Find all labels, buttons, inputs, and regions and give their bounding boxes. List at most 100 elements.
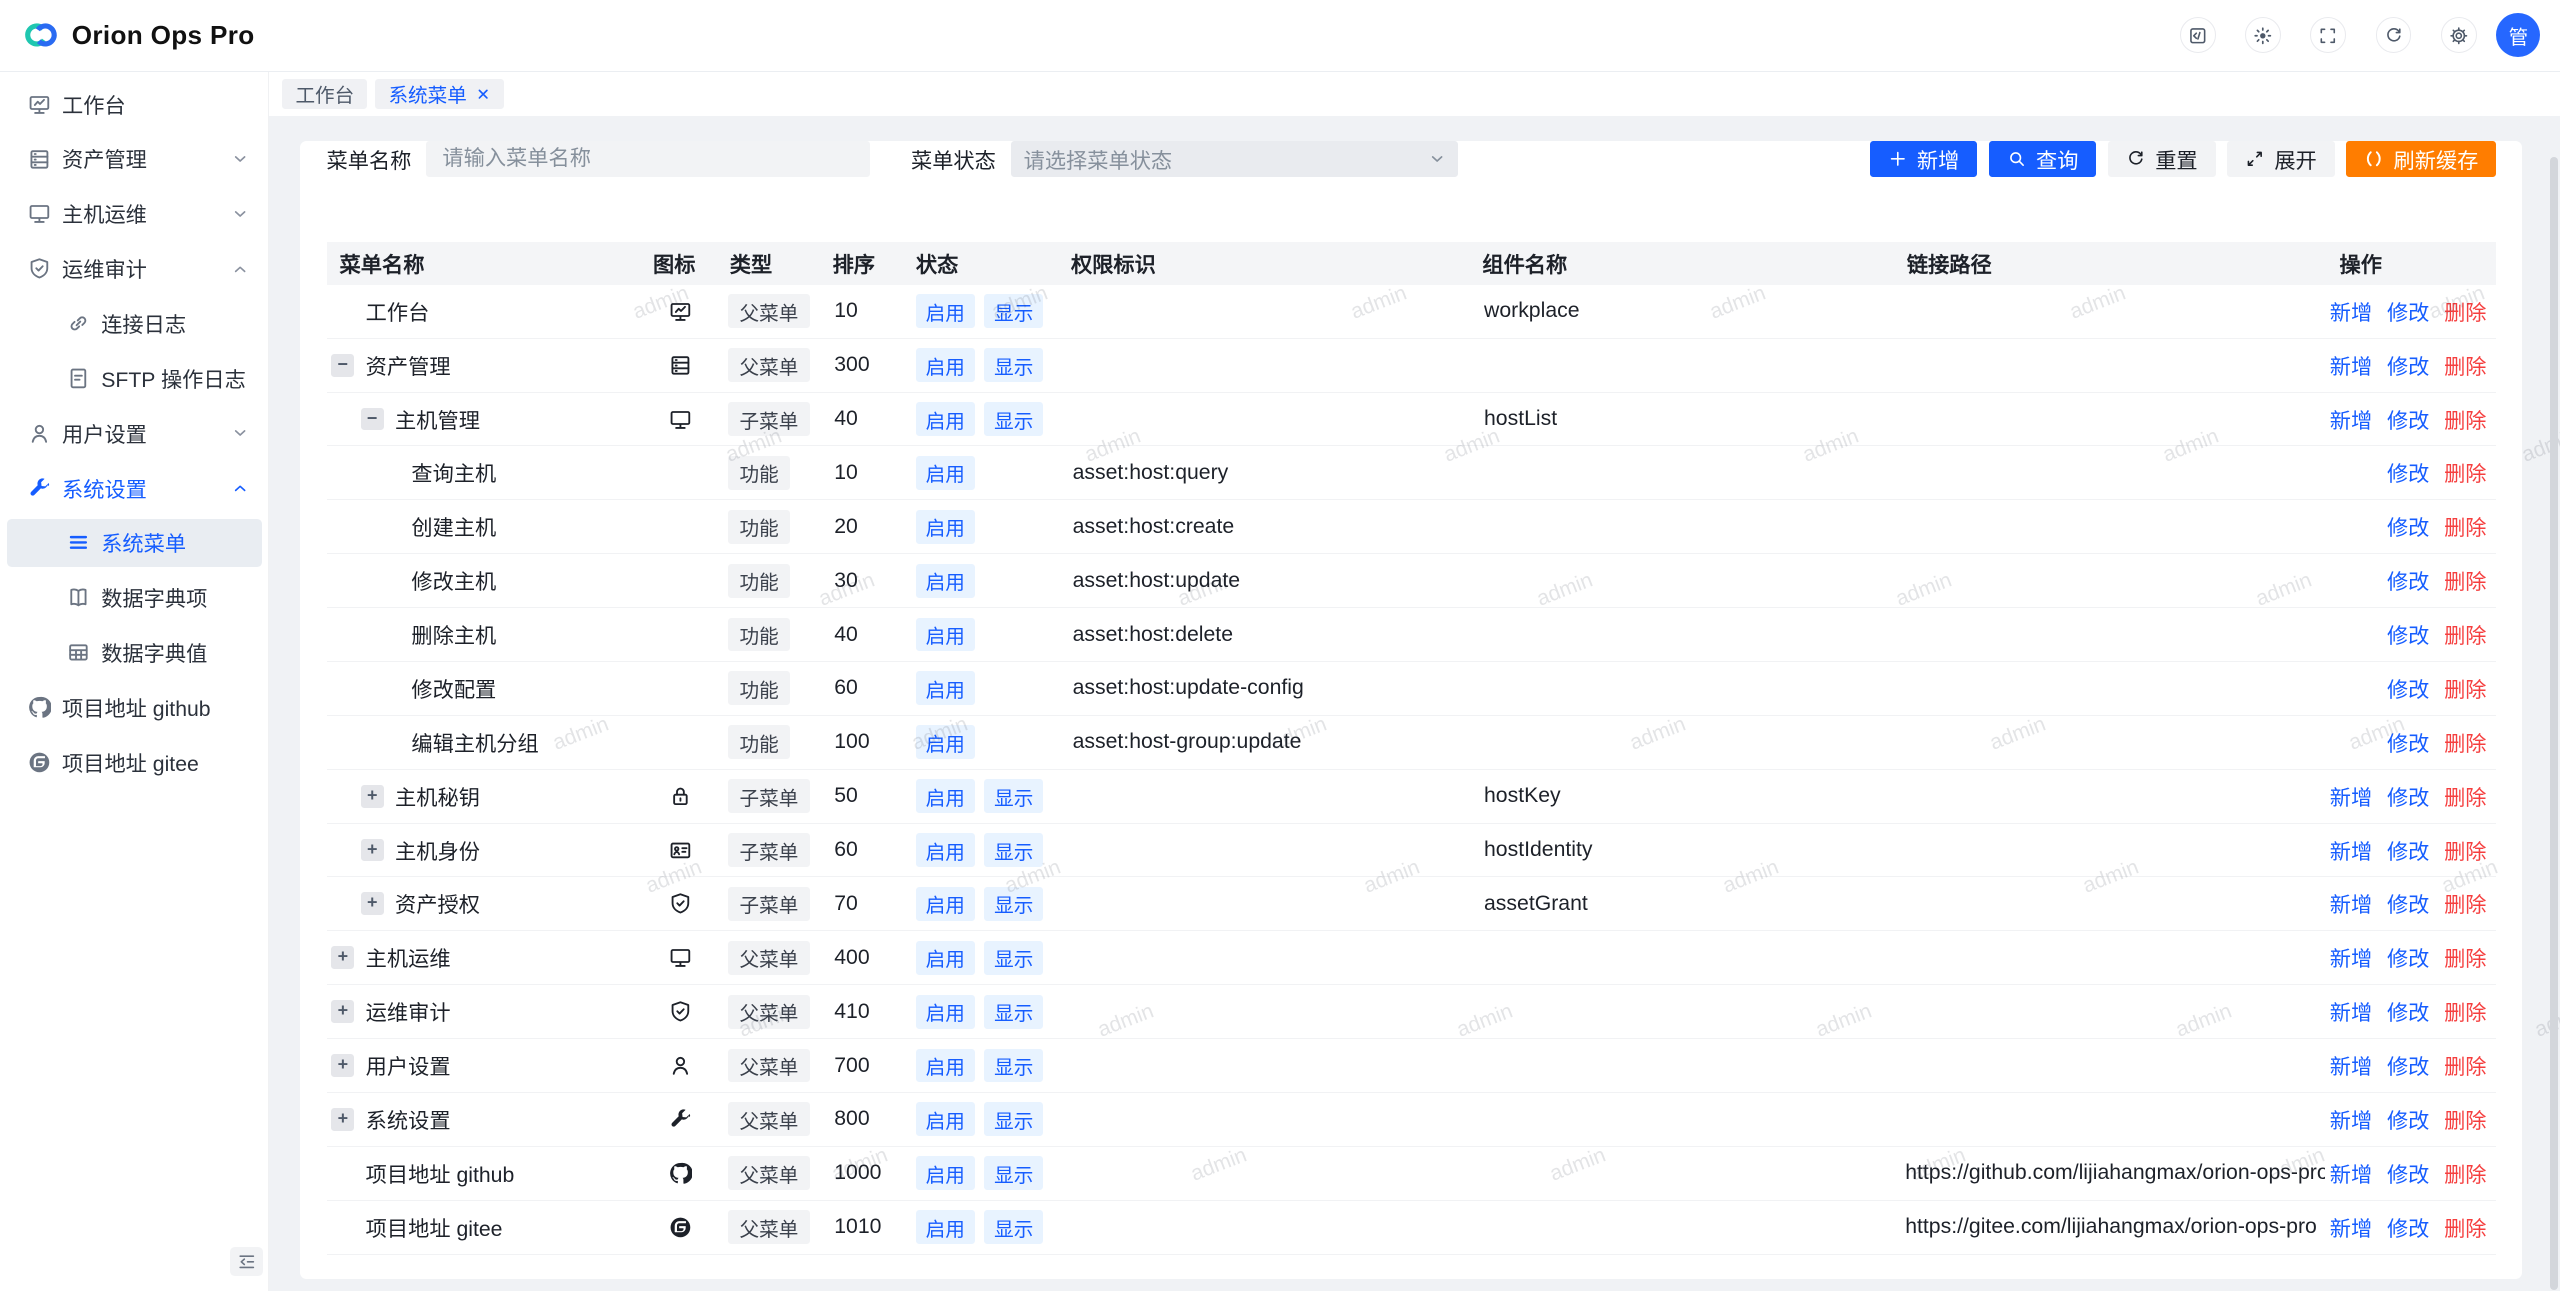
row-add-link[interactable]: 新增 (2330, 296, 2372, 327)
menu-icon-cell (653, 785, 728, 808)
row-delete-link[interactable]: 删除 (2444, 1104, 2486, 1135)
row-delete-link[interactable]: 删除 (2444, 296, 2486, 327)
row-edit-link[interactable]: 修改 (2387, 296, 2429, 327)
row-add-link[interactable]: 新增 (2330, 781, 2372, 812)
user-avatar[interactable]: 管 (2496, 13, 2540, 57)
row-edit-link[interactable]: 修改 (2387, 835, 2429, 866)
tab-系统菜单[interactable]: 系统菜单 (375, 79, 504, 108)
row-edit-link[interactable]: 修改 (2387, 781, 2429, 812)
id-card-icon (669, 839, 692, 862)
row-delete-link[interactable]: 删除 (2444, 350, 2486, 381)
expand-row-button[interactable]: + (331, 1108, 354, 1131)
expand-row-button[interactable]: + (331, 946, 354, 969)
sidebar-item-项目地址 gitee[interactable]: 项目地址 gitee (0, 735, 268, 790)
row-edit-link[interactable]: 修改 (2387, 457, 2429, 488)
row-delete-link[interactable]: 删除 (2444, 619, 2486, 650)
refresh-cache-button[interactable]: 刷新缓存 (2346, 141, 2496, 177)
row-delete-link[interactable]: 删除 (2444, 942, 2486, 973)
row-edit-link[interactable]: 修改 (2387, 1158, 2429, 1189)
row-delete-link[interactable]: 删除 (2444, 781, 2486, 812)
status-cell: 启用 (908, 725, 1061, 759)
menu-name-text: 修改主机 (411, 565, 496, 596)
row-edit-link[interactable]: 修改 (2387, 1212, 2429, 1243)
row-edit-link[interactable]: 修改 (2387, 404, 2429, 435)
expand-row-button[interactable]: + (361, 892, 384, 915)
page-scrollbar[interactable] (2550, 157, 2558, 1290)
sidebar-item-数据字典项[interactable]: 数据字典项 (0, 570, 268, 625)
menu-name-text: 资产授权 (395, 888, 480, 919)
theme-toggle-button[interactable] (2245, 17, 2281, 53)
sidebar-item-项目地址 github[interactable]: 项目地址 github (0, 680, 268, 735)
row-delete-link[interactable]: 删除 (2444, 996, 2486, 1027)
row-edit-link[interactable]: 修改 (2387, 942, 2429, 973)
row-add-link[interactable]: 新增 (2330, 404, 2372, 435)
status-badge: 显示 (984, 995, 1043, 1029)
sidebar-item-连接日志[interactable]: 连接日志 (0, 296, 268, 351)
row-delete-link[interactable]: 删除 (2444, 457, 2486, 488)
sidebar-item-主机运维[interactable]: 主机运维 (0, 186, 268, 241)
row-add-link[interactable]: 新增 (2330, 350, 2372, 381)
row-add-link[interactable]: 新增 (2330, 1158, 2372, 1189)
sidebar-item-工作台[interactable]: 工作台 (0, 77, 268, 132)
sidebar-collapse-button[interactable] (230, 1247, 263, 1276)
row-edit-link[interactable]: 修改 (2387, 565, 2429, 596)
row-add-link[interactable]: 新增 (2330, 996, 2372, 1027)
sidebar-item-SFTP 操作日志[interactable]: SFTP 操作日志 (0, 351, 268, 406)
expand-row-button[interactable]: + (361, 785, 384, 808)
row-delete-link[interactable]: 删除 (2444, 565, 2486, 596)
reload-button[interactable] (2376, 17, 2412, 53)
sort-cell: 100 (829, 730, 907, 754)
menu-icon-cell (653, 1054, 728, 1077)
row-edit-link[interactable]: 修改 (2387, 1050, 2429, 1081)
code-toggle-button[interactable] (2180, 17, 2216, 53)
row-add-link[interactable]: 新增 (2330, 1212, 2372, 1243)
fullscreen-button[interactable] (2310, 17, 2346, 53)
sort-cell: 800 (829, 1107, 907, 1131)
row-delete-link[interactable]: 删除 (2444, 673, 2486, 704)
close-icon[interactable] (475, 86, 491, 102)
row-edit-link[interactable]: 修改 (2387, 727, 2429, 758)
row-add-link[interactable]: 新增 (2330, 888, 2372, 919)
sidebar-item-数据字典值[interactable]: 数据字典值 (0, 625, 268, 680)
sidebar-item-资产管理[interactable]: 资产管理 (0, 132, 268, 187)
collapse-row-button[interactable]: − (361, 408, 384, 431)
row-delete-link[interactable]: 删除 (2444, 1050, 2486, 1081)
row-delete-link[interactable]: 删除 (2444, 1158, 2486, 1189)
row-delete-link[interactable]: 删除 (2444, 727, 2486, 758)
tab-工作台[interactable]: 工作台 (282, 79, 367, 108)
row-edit-link[interactable]: 修改 (2387, 673, 2429, 704)
row-edit-link[interactable]: 修改 (2387, 350, 2429, 381)
app-logo[interactable]: Orion Ops Pro (0, 17, 254, 53)
row-edit-link[interactable]: 修改 (2387, 888, 2429, 919)
row-delete-link[interactable]: 删除 (2444, 404, 2486, 435)
menu-status-select[interactable]: 请选择菜单状态 (1011, 141, 1458, 177)
search-button[interactable]: 查询 (1989, 141, 2097, 177)
sidebar-item-用户设置[interactable]: 用户设置 (0, 406, 268, 461)
row-edit-link[interactable]: 修改 (2387, 996, 2429, 1027)
row-add-link[interactable]: 新增 (2330, 1104, 2372, 1135)
collapse-row-button[interactable]: − (331, 354, 354, 377)
row-delete-link[interactable]: 删除 (2444, 888, 2486, 919)
row-delete-link[interactable]: 删除 (2444, 1212, 2486, 1243)
sidebar-item-运维审计[interactable]: 运维审计 (0, 241, 268, 296)
sidebar-item-系统菜单[interactable]: 系统菜单 (7, 519, 262, 566)
expand-row-button[interactable]: + (331, 1000, 354, 1023)
row-add-link[interactable]: 新增 (2330, 835, 2372, 866)
expand-row-button[interactable]: + (331, 1054, 354, 1077)
expand-row-button[interactable]: + (361, 839, 384, 862)
row-edit-link[interactable]: 修改 (2387, 619, 2429, 650)
row-edit-link[interactable]: 修改 (2387, 1104, 2429, 1135)
row-delete-link[interactable]: 删除 (2444, 511, 2486, 542)
sidebar-item-系统设置[interactable]: 系统设置 (0, 461, 268, 516)
menu-status-label: 菜单状态 (911, 144, 996, 175)
expand-button[interactable]: 展开 (2227, 141, 2335, 177)
sort-cell: 50 (829, 784, 907, 808)
row-add-link[interactable]: 新增 (2330, 942, 2372, 973)
reset-button[interactable]: 重置 (2108, 141, 2216, 177)
row-delete-link[interactable]: 删除 (2444, 835, 2486, 866)
add-button[interactable]: 新增 (1870, 141, 1978, 177)
menu-name-input[interactable] (426, 141, 870, 177)
settings-button[interactable] (2441, 17, 2477, 53)
row-edit-link[interactable]: 修改 (2387, 511, 2429, 542)
row-add-link[interactable]: 新增 (2330, 1050, 2372, 1081)
